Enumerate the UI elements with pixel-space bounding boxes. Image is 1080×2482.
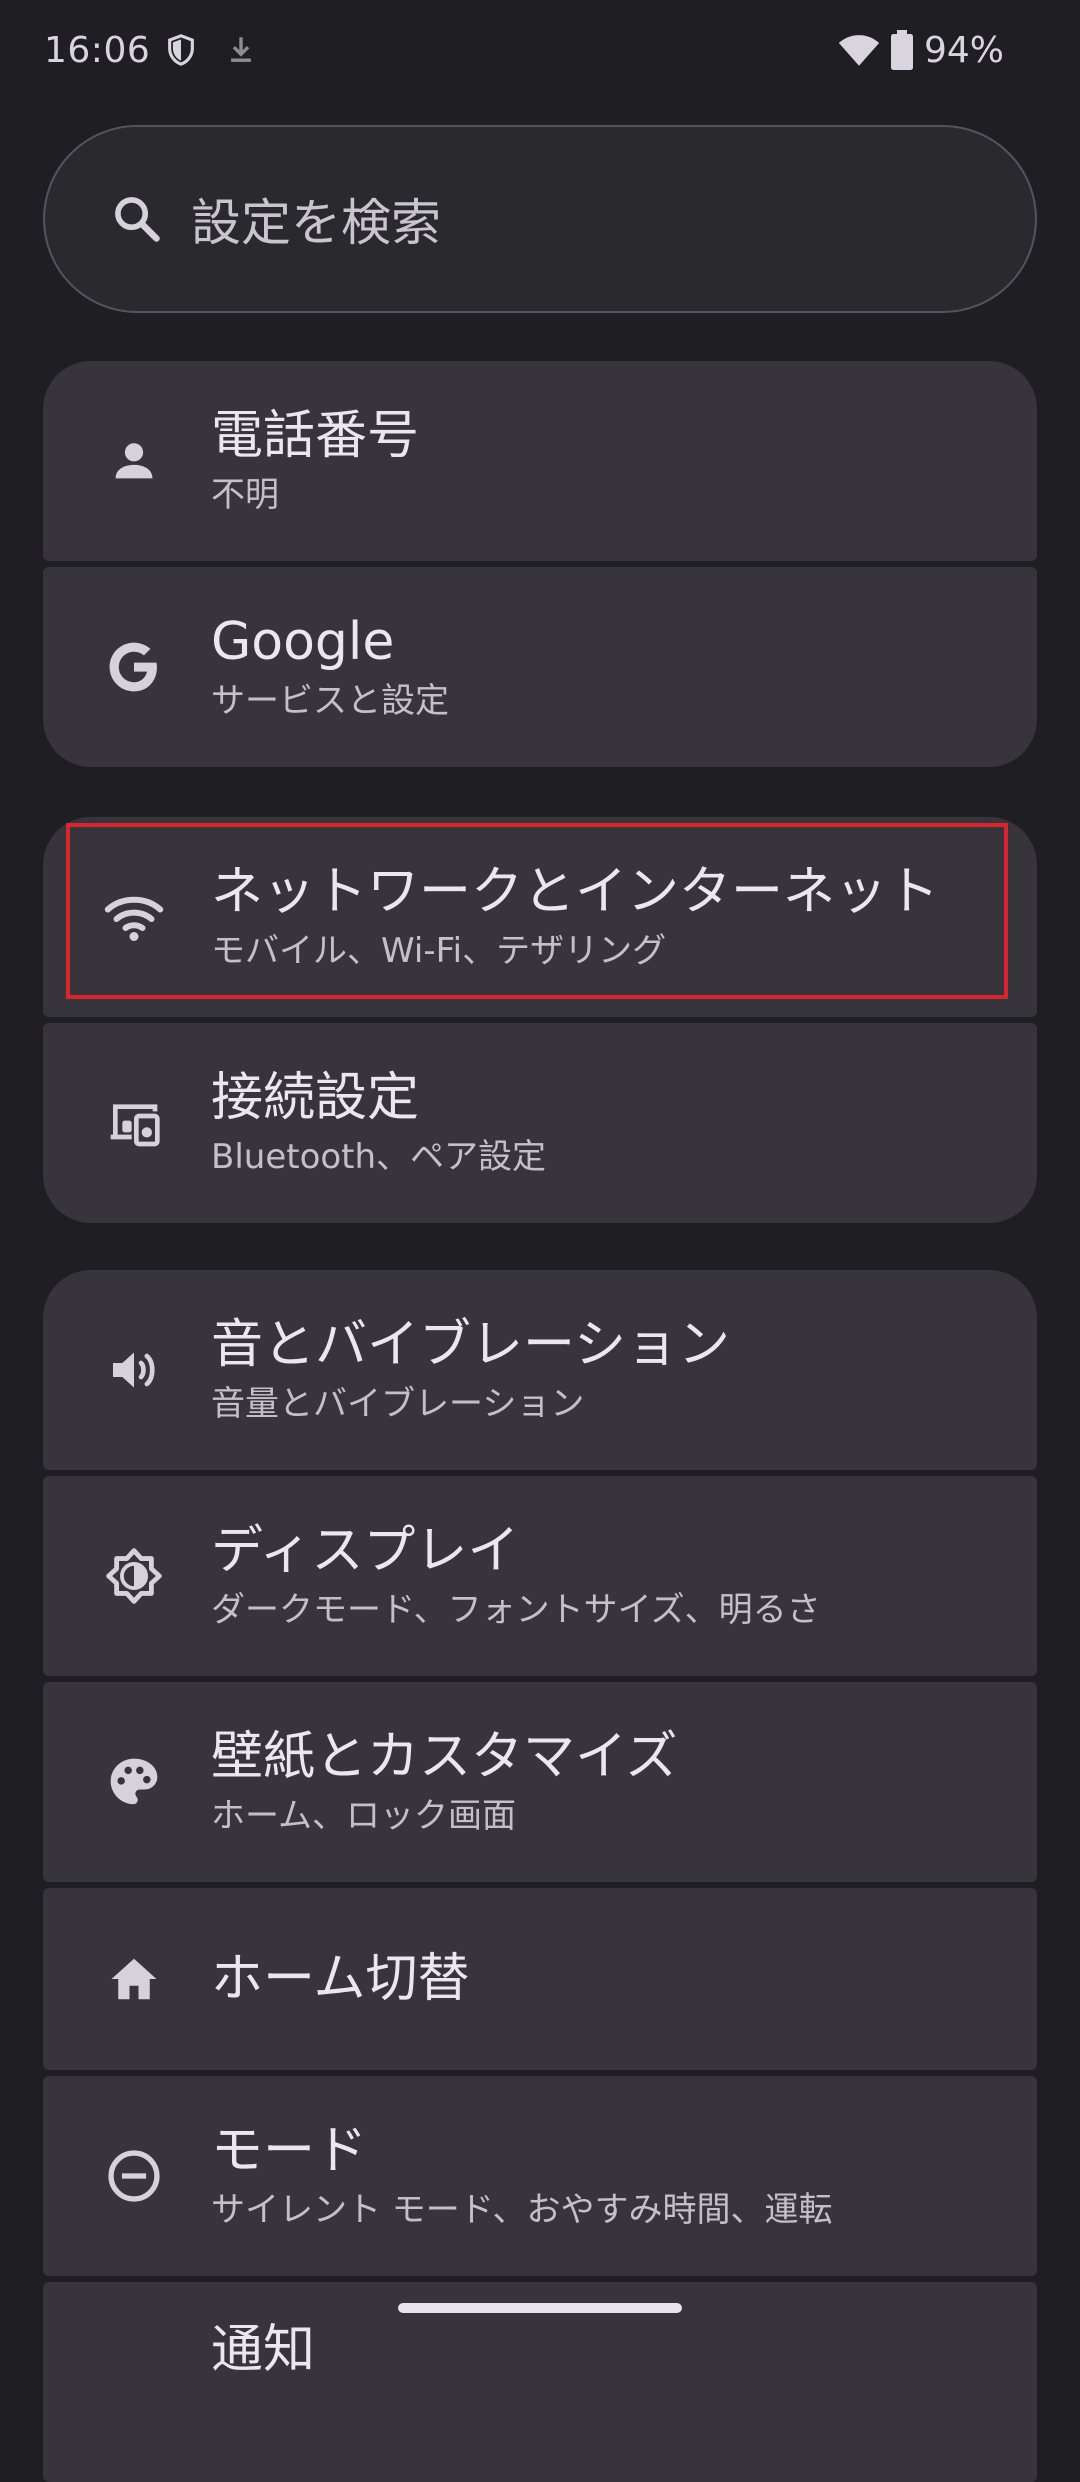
wifi-icon xyxy=(103,886,165,948)
status-left: 16:06 xyxy=(44,27,258,73)
item-title: 音とバイブレーション xyxy=(211,1315,730,1375)
wifi-icon xyxy=(838,35,880,66)
settings-item-phone-number[interactable]: 電話番号 不明 xyxy=(43,361,1037,561)
item-title: Google xyxy=(211,612,395,672)
download-icon xyxy=(231,37,252,62)
item-title: ネットワークとインターネット xyxy=(211,862,940,922)
volume-icon xyxy=(103,1339,165,1401)
connected-devices-icon xyxy=(103,1092,165,1154)
settings-item-google[interactable]: Google サービスと設定 xyxy=(43,567,1037,767)
item-subtitle: モバイル、Wi-Fi、テザリング xyxy=(211,931,667,971)
item-subtitle: サイレント モード、おやすみ時間、運転 xyxy=(211,2190,833,2230)
item-title: 電話番号 xyxy=(211,406,420,466)
status-time: 16:06 xyxy=(44,29,151,71)
shield-icon xyxy=(168,34,195,66)
status-right: 94% xyxy=(838,27,1004,73)
settings-item-display[interactable]: ディスプレイ ダークモード、フォントサイズ、明るさ xyxy=(43,1476,1037,1676)
item-subtitle: 音量とバイブレーション xyxy=(211,1384,585,1424)
item-title: 壁紙とカスタマイズ xyxy=(211,1727,678,1787)
item-subtitle: ダークモード、フォントサイズ、明るさ xyxy=(211,1590,821,1630)
battery-icon xyxy=(890,30,913,70)
search-bar[interactable]: 設定を検索 xyxy=(43,125,1037,313)
item-title: ディスプレイ xyxy=(211,1521,520,1581)
settings-item-modes[interactable]: モード サイレント モード、おやすみ時間、運転 xyxy=(43,2076,1037,2276)
item-title: 接続設定 xyxy=(211,1068,420,1128)
search-icon xyxy=(115,197,160,242)
battery-percentage: 94% xyxy=(923,29,1004,71)
settings-item-network-internet[interactable]: ネットワークとインターネット モバイル、Wi-Fi、テザリング xyxy=(43,817,1037,1017)
navigation-handle[interactable] xyxy=(398,2303,682,2313)
item-subtitle: 不明 xyxy=(211,475,279,515)
item-subtitle: Bluetooth、ペア設定 xyxy=(211,1137,547,1177)
item-title: 通知 xyxy=(211,2320,316,2380)
brightness-icon xyxy=(103,1545,165,1607)
item-subtitle: ホーム、ロック画面 xyxy=(211,1796,516,1836)
settings-item-home-switch[interactable]: ホーム切替 xyxy=(43,1888,1037,2070)
item-subtitle: サービスと設定 xyxy=(211,681,449,721)
do-not-disturb-icon xyxy=(103,2145,165,2207)
item-title: モード xyxy=(211,2121,368,2181)
person-icon xyxy=(103,430,165,492)
palette-icon xyxy=(103,1751,165,1813)
google-icon xyxy=(103,636,165,698)
search-placeholder: 設定を検索 xyxy=(191,194,441,252)
settings-item-wallpaper-style[interactable]: 壁紙とカスタマイズ ホーム、ロック画面 xyxy=(43,1682,1037,1882)
status-bar: 16:06 94% xyxy=(0,0,1080,100)
item-title: ホーム切替 xyxy=(211,1949,470,2009)
settings-item-connected-devices[interactable]: 接続設定 Bluetooth、ペア設定 xyxy=(43,1023,1037,1223)
home-icon xyxy=(103,1948,165,2010)
settings-item-sound-vibration[interactable]: 音とバイブレーション 音量とバイブレーション xyxy=(43,1270,1037,1470)
